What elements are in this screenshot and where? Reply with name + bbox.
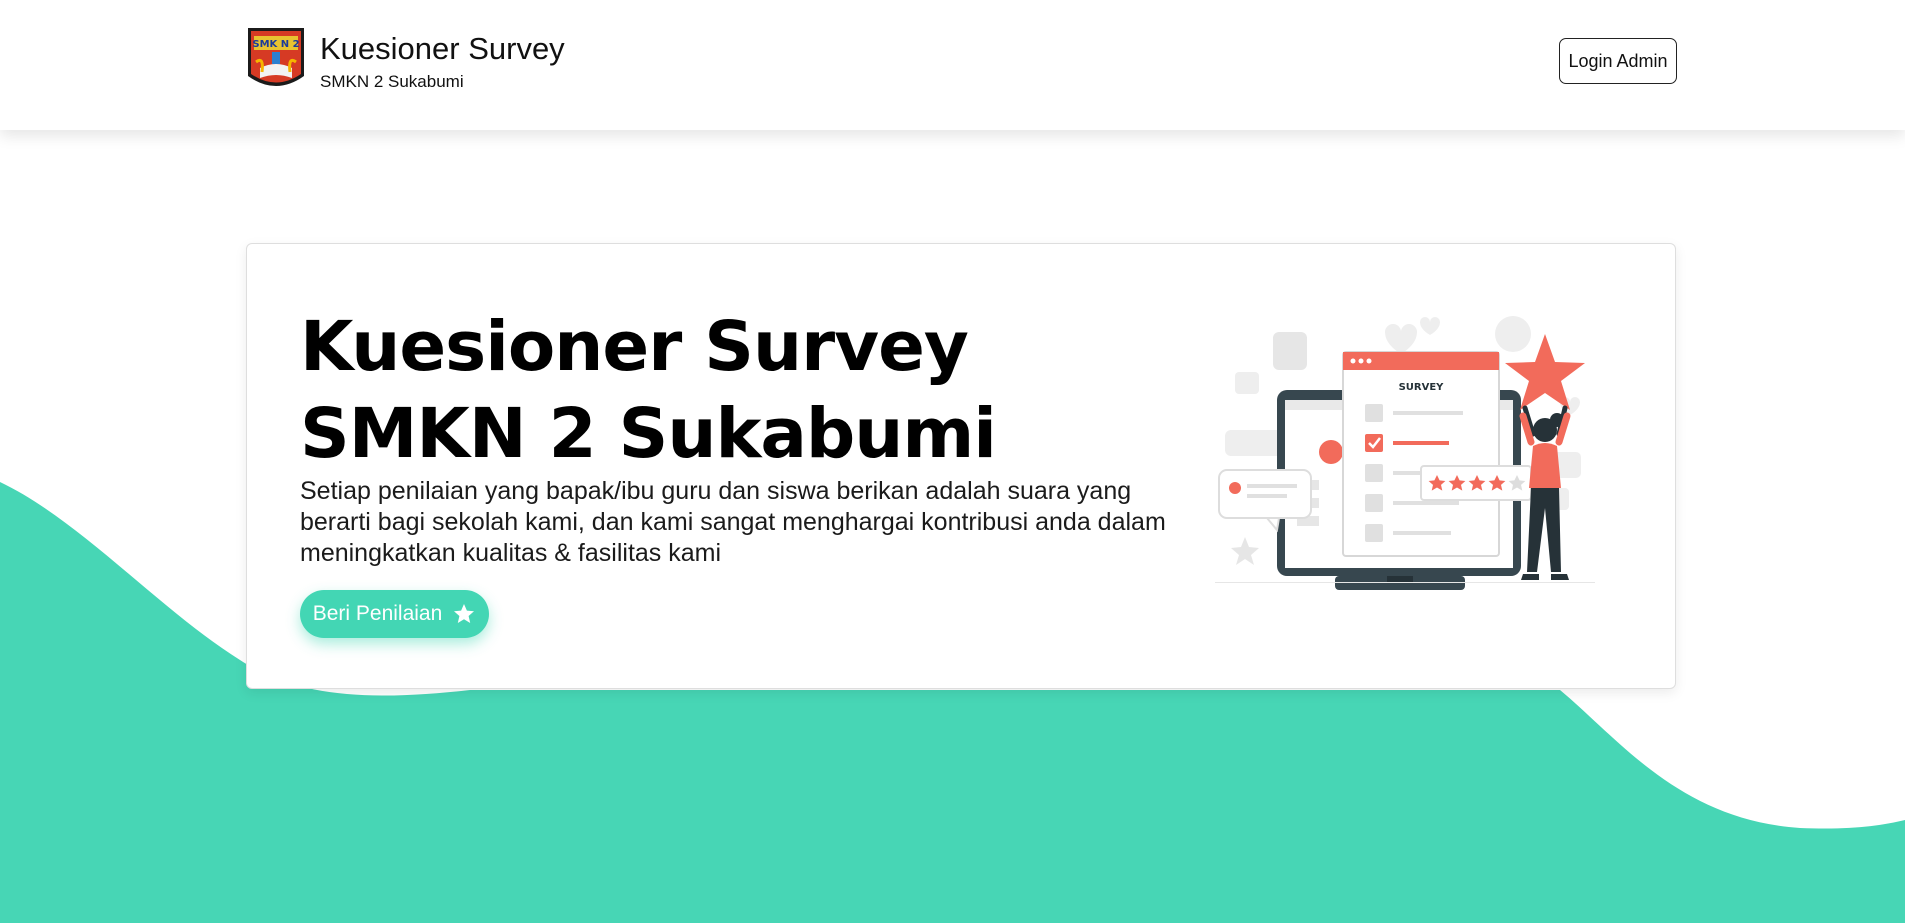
site-header: SMK N 2 Kuesioner Survey SMKN 2 Sukabumi…	[0, 0, 1905, 130]
login-admin-button[interactable]: Login Admin	[1559, 38, 1677, 84]
svg-text:SURVEY: SURVEY	[1399, 382, 1445, 393]
hero-title: Kuesioner Survey SMKN 2 Sukabumi	[300, 304, 997, 478]
brand[interactable]: SMK N 2 Kuesioner Survey SMKN 2 Sukabumi	[246, 26, 565, 96]
survey-illustration: SURVEY	[1215, 316, 1595, 590]
hero-card: Kuesioner Survey SMKN 2 Sukabumi Setiap …	[246, 243, 1676, 689]
star-icon	[454, 604, 475, 623]
hero-title-line-2: SMKN 2 Sukabumi	[300, 394, 997, 474]
beri-penilaian-button[interactable]: Beri Penilaian	[300, 590, 489, 638]
site-title: Kuesioner Survey	[320, 31, 565, 66]
school-logo-icon: SMK N 2	[248, 28, 304, 86]
site-subtitle: SMKN 2 Sukabumi	[320, 72, 464, 91]
svg-text:SMK N 2: SMK N 2	[252, 39, 299, 50]
hero-title-line-1: Kuesioner Survey	[300, 307, 969, 387]
hero-description: Setiap penilaian yang bapak/ibu guru dan…	[300, 477, 1166, 567]
beri-penilaian-label: Beri Penilaian	[312, 602, 443, 625]
